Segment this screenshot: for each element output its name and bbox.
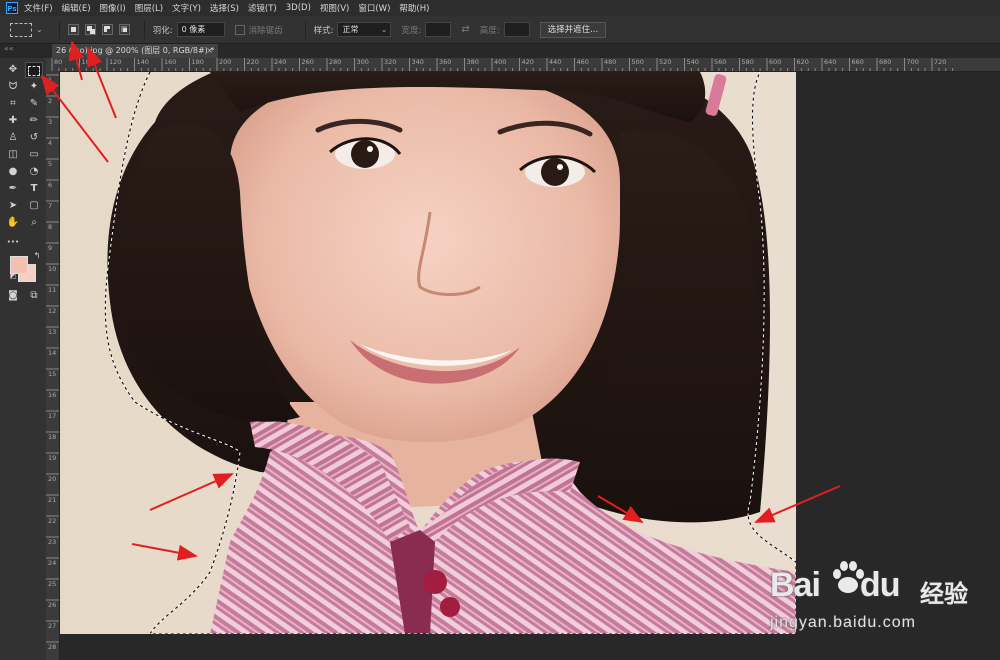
baidu-paw-icon — [833, 561, 864, 593]
foreground-color-swatch[interactable] — [10, 256, 28, 274]
annotation-arrow — [87, 46, 117, 119]
annotation-arrow — [597, 495, 644, 524]
watermark-url: jingyan.baidu.com — [770, 614, 916, 631]
annotation-arrow — [149, 473, 234, 511]
watermark-cn: 经验 — [920, 580, 968, 608]
annotation-arrow — [754, 485, 841, 523]
annotation-arrow — [40, 74, 109, 163]
annotation-arrow — [131, 543, 198, 561]
watermark-brand-bai: Bai — [770, 566, 821, 604]
baidu-jingyan-watermark: Bai du 经验 jingyan.baidu.com — [770, 552, 1000, 640]
annotation-arrow — [68, 40, 85, 81]
